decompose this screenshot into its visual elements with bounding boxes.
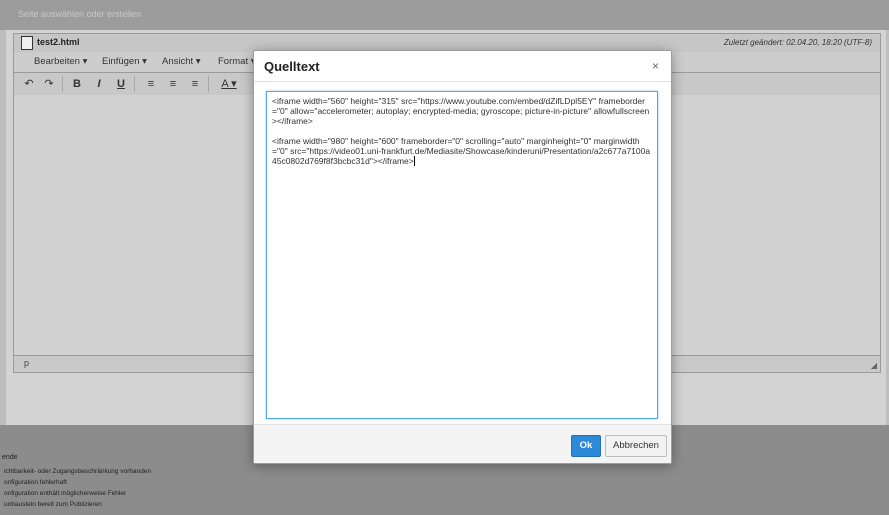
legend-title: ende [2,454,18,461]
ok-button[interactable]: Ok [571,435,601,457]
resize-handle-icon[interactable]: ◢ [871,361,877,370]
element-path[interactable]: p [24,358,29,368]
menu-format[interactable]: Format ▾ [218,56,256,67]
toolbar-separator [208,76,209,92]
bold-button[interactable]: B [68,76,86,92]
top-bar: Seite auswählen oder erstellen [0,0,889,30]
legend-item: unbausteln bereit zum Publizieren [4,501,102,508]
last-changed: Zuletzt geändert: 02.04.20, 18:20 (UTF-8… [723,38,872,47]
redo-icon[interactable]: ↷ [40,76,58,92]
source-line: <iframe width="980" height="600" framebo… [272,136,651,166]
menu-ansicht[interactable]: Ansicht ▾ [162,56,201,67]
file-icon [21,36,33,50]
undo-icon[interactable]: ↶ [20,76,38,92]
dialog-body: <iframe width="560" height="315" src="ht… [254,82,671,422]
toolbar-separator [62,76,63,92]
align-center-icon[interactable]: ≡ [164,76,182,92]
text-color-button[interactable]: A ▾ [214,76,244,92]
align-left-icon[interactable]: ≡ [142,76,160,92]
legend-item: onfiguration enthält möglicherweise Fehl… [4,490,127,497]
source-code-textarea[interactable]: <iframe width="560" height="315" src="ht… [266,91,658,419]
legend-item: ichtbarkeit- oder Zugangsbeschränkung vo… [4,468,152,475]
legend-item: onfiguration fehlerhaft [4,479,67,486]
source-line: <iframe width="560" height="315" src="ht… [272,96,650,126]
dialog-header: Quelltext × [254,51,671,82]
close-icon[interactable]: × [652,59,659,73]
menu-bearbeiten[interactable]: Bearbeiten ▾ [34,56,87,67]
underline-button[interactable]: U [112,76,130,92]
italic-button[interactable]: I [90,76,108,92]
toolbar-separator [134,76,135,92]
dialog-footer: Ok Abbrechen [254,424,671,463]
cancel-button[interactable]: Abbrechen [605,435,667,457]
page-select-hint[interactable]: Seite auswählen oder erstellen [18,9,141,19]
menu-einfuegen[interactable]: Einfügen ▾ [102,56,147,67]
source-code-dialog: Quelltext × <iframe width="560" height="… [253,50,672,464]
text-caret [413,156,415,166]
align-right-icon[interactable]: ≡ [186,76,204,92]
file-name: test2.html [37,37,80,47]
dialog-title: Quelltext [264,59,320,74]
